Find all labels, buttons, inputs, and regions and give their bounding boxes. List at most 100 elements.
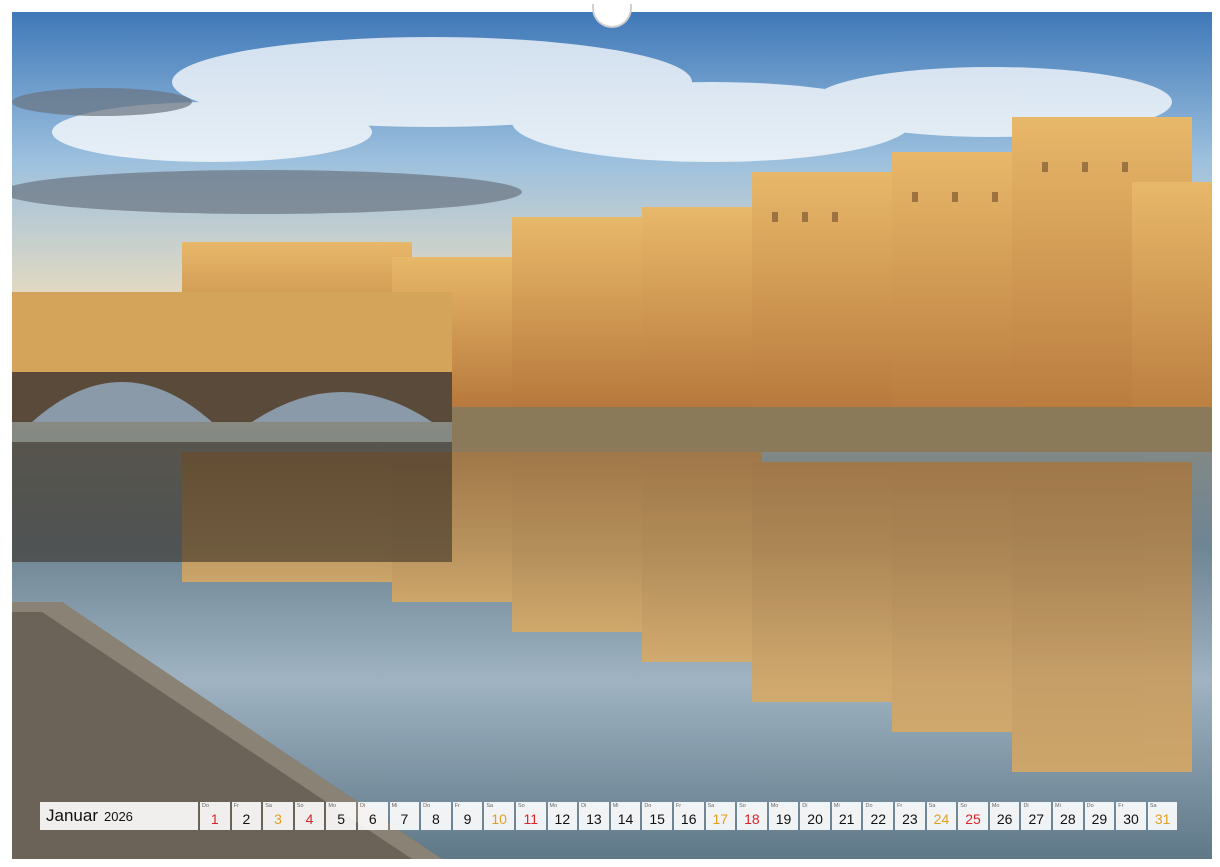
weekday-abbrev: Mo [770, 803, 779, 809]
day-cell: Sa 31 [1147, 802, 1178, 830]
day-cell: Fr 30 [1116, 802, 1146, 830]
day-number: 22 [870, 811, 887, 827]
day-number: 9 [463, 811, 472, 827]
day-cell: Mi 28 [1053, 802, 1083, 830]
day-number: 28 [1060, 811, 1076, 827]
day-cell: Di 27 [1021, 802, 1052, 830]
weekday-abbrev: Sa [486, 803, 494, 809]
weekday-abbrev: Sa [707, 803, 715, 809]
day-cell: Mo 26 [989, 802, 1020, 830]
day-number: 6 [368, 811, 377, 827]
day-cell: Sa 10 [484, 802, 514, 830]
day-number: 3 [274, 811, 282, 827]
day-number: 13 [586, 811, 602, 827]
day-number: 8 [432, 811, 440, 827]
day-number: 16 [680, 811, 697, 827]
day-number: 4 [305, 811, 314, 827]
day-cell: Di 13 [579, 802, 609, 830]
weekday-abbrev: Fr [1118, 803, 1124, 809]
weekday-abbrev: Do [423, 803, 431, 809]
day-number: 7 [400, 811, 409, 827]
day-cell: Di 20 [800, 802, 830, 830]
day-number: 23 [902, 811, 918, 827]
weekday-abbrev: Fr [897, 803, 903, 809]
day-number: 29 [1091, 811, 1108, 827]
weekday-abbrev: Fr [233, 803, 239, 809]
day-cell: So 18 [737, 802, 767, 830]
weekday-abbrev: Mo [991, 803, 1000, 809]
weekday-abbrev: Do [865, 803, 873, 809]
weekday-abbrev: Mi [833, 803, 840, 809]
year: 2026 [103, 808, 133, 824]
florence-river-scene [12, 12, 1212, 859]
day-cell: Do 29 [1084, 802, 1115, 830]
day-cell: Fr 23 [895, 802, 925, 830]
day-cell: Do 8 [421, 802, 451, 830]
weekday-abbrev: Fr [454, 803, 460, 809]
weekday-abbrev: Sa [1149, 803, 1157, 809]
weekday-abbrev: Mo [328, 803, 337, 809]
day-cell: Mi 21 [831, 802, 862, 830]
weekday-abbrev: Do [644, 803, 652, 809]
month-name: Januar [46, 806, 98, 825]
weekday-abbrev: Di [1023, 803, 1029, 809]
weekday-abbrev: So [960, 803, 967, 809]
day-number: 18 [744, 811, 760, 827]
day-cell: So 25 [958, 802, 988, 830]
calendar-photo [12, 12, 1212, 859]
day-cell: Do 15 [642, 802, 672, 830]
day-number: 15 [649, 811, 665, 827]
day-number: 25 [965, 811, 981, 827]
weekday-abbrev: Di [581, 803, 587, 809]
weekday-abbrev: So [739, 803, 746, 809]
day-cell: Mo 5 [326, 802, 356, 830]
day-number: 21 [838, 811, 855, 827]
weekday-abbrev: Do [1086, 803, 1094, 809]
day-number: 24 [933, 811, 950, 827]
day-cell: Mo 12 [547, 802, 578, 830]
day-cell: Mi 14 [610, 802, 641, 830]
weekday-abbrev: Mi [1055, 803, 1061, 809]
day-number: 12 [554, 811, 571, 827]
day-number: 26 [996, 811, 1013, 827]
weekday-abbrev: Di [359, 803, 366, 809]
weekday-abbrev: Sa [265, 803, 272, 809]
day-cell: Di 6 [357, 802, 388, 830]
day-cell: Mi 7 [389, 802, 420, 830]
day-cell: Sa 24 [926, 802, 957, 830]
day-cell: So 11 [515, 802, 546, 830]
day-number: 17 [712, 811, 729, 827]
day-number: 5 [337, 811, 346, 827]
weekday-abbrev: Di [802, 803, 808, 809]
day-cell: Do 22 [863, 802, 894, 830]
day-number: 10 [491, 811, 507, 827]
day-cell: Do 1 [200, 802, 230, 830]
weekday-abbrev: Fr [675, 803, 682, 809]
weekday-abbrev: Mo [549, 803, 558, 809]
day-cell: Mo 19 [768, 802, 799, 830]
day-cell: Sa 17 [705, 802, 736, 830]
day-number: 19 [775, 811, 792, 827]
month-label-box: Januar 2026 [40, 802, 198, 830]
day-number: 14 [617, 811, 634, 827]
day-number: 2 [242, 811, 251, 827]
day-cells: Do 1 Fr 2 Sa 3 So 4 Mo 5 Di 6 Mi 7 Do 8 Fr 9 Sa 10 So 11 Mo 12 D… [200, 802, 1178, 830]
weekday-abbrev: So [296, 803, 304, 809]
weekday-abbrev: Do [202, 803, 210, 809]
day-number: 1 [210, 811, 219, 827]
day-cell: Fr 9 [452, 802, 483, 830]
weekday-abbrev: Mi [612, 803, 619, 809]
calendar-strip: Januar 2026 Do 1 Fr 2 Sa 3 So 4 Mo 5 Di 6 Mi 7 Do 8 Fr 9 S… [40, 802, 1184, 830]
day-cell: Fr 16 [673, 802, 704, 830]
day-number: 30 [1123, 811, 1139, 827]
day-cell: So 4 [294, 802, 325, 830]
day-number: 31 [1154, 811, 1171, 827]
day-number: 27 [1028, 811, 1045, 827]
day-number: 11 [523, 811, 538, 827]
day-cell: Fr 2 [231, 802, 262, 830]
day-cell: Sa 3 [263, 802, 293, 830]
day-number: 20 [807, 811, 823, 827]
weekday-abbrev: So [517, 803, 525, 809]
weekday-abbrev: Sa [928, 803, 936, 809]
weekday-abbrev: Mi [391, 803, 398, 809]
